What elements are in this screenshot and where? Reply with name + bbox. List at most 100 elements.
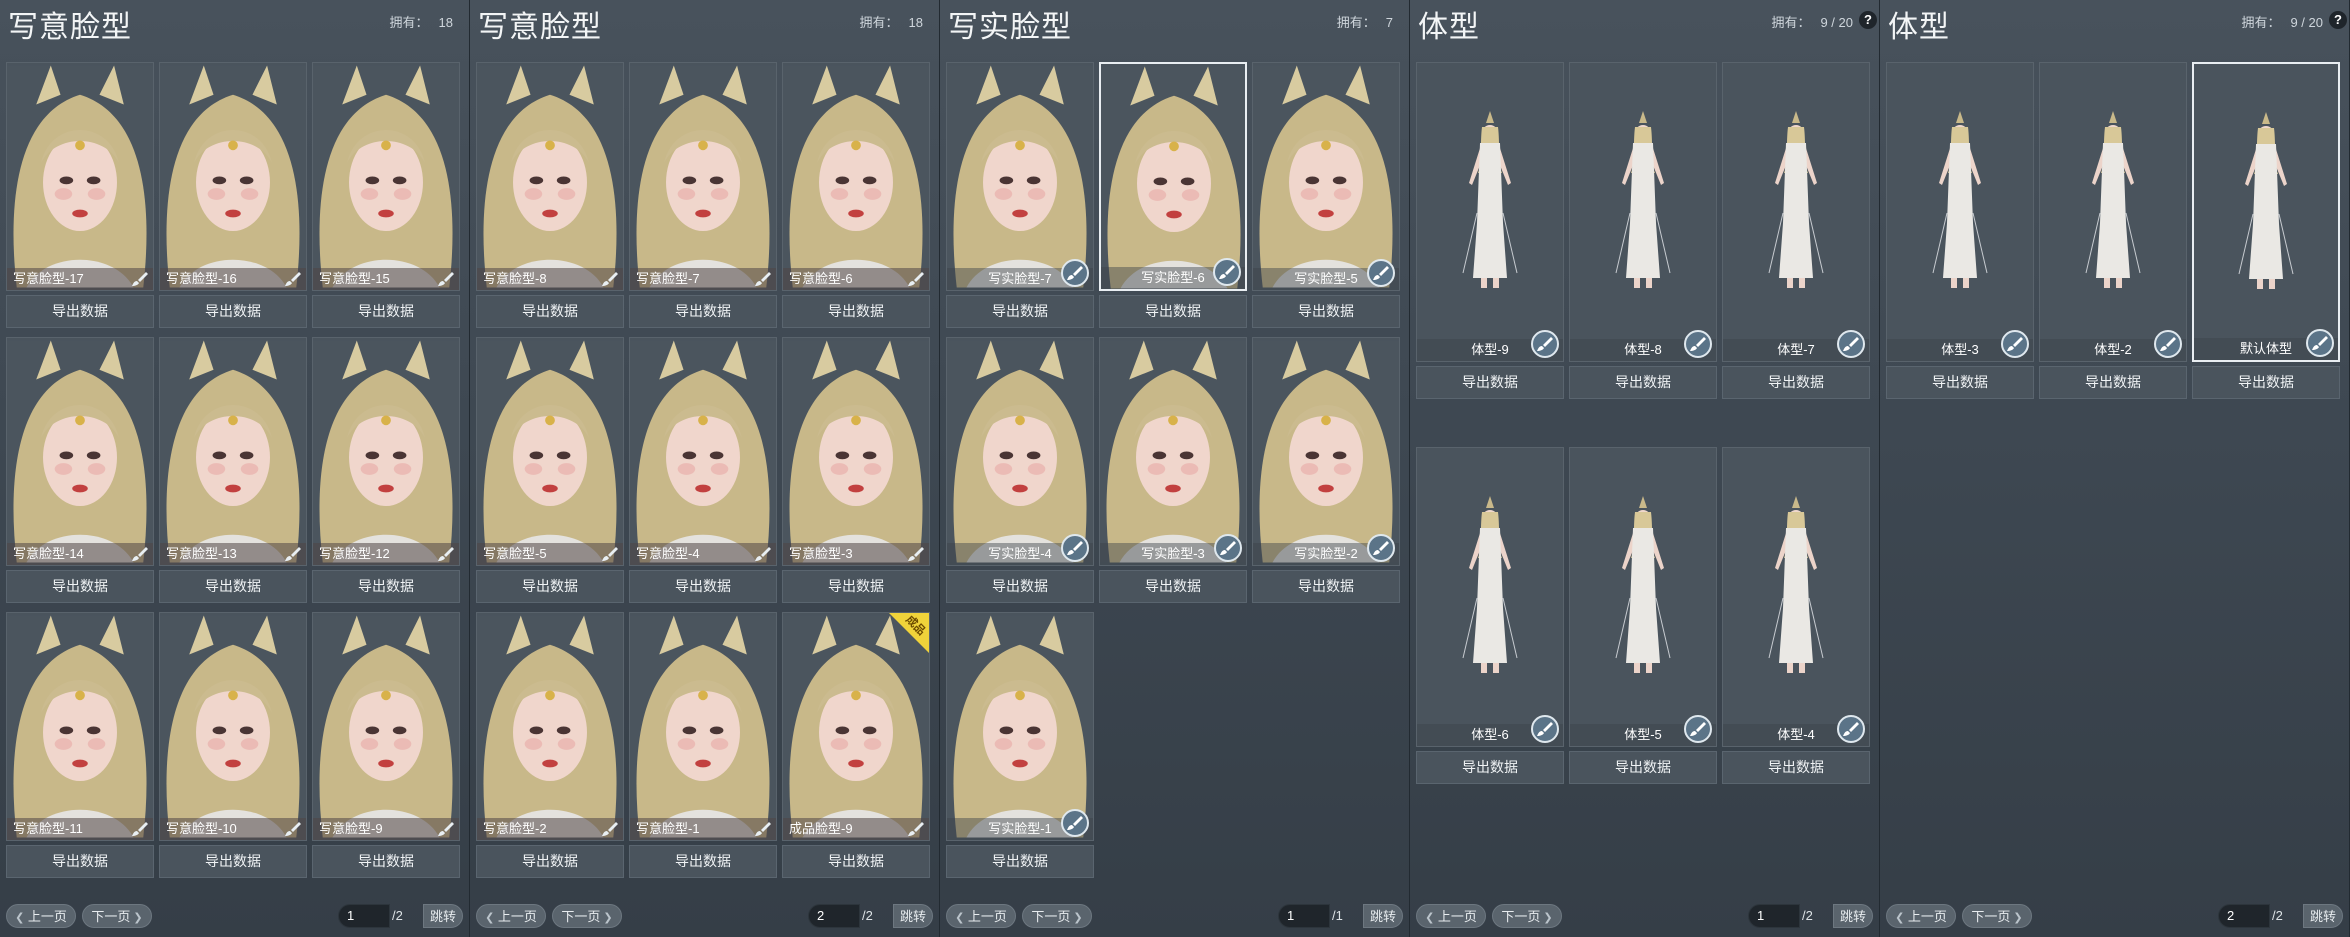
preset-card[interactable]: 写实脸型-7 导出数据 <box>946 62 1094 328</box>
preset-card[interactable]: 体型-6 导出数据 <box>1416 447 1564 784</box>
edit-brush-icon[interactable] <box>131 820 149 838</box>
edit-brush-icon[interactable] <box>1837 715 1865 743</box>
edit-brush-icon[interactable] <box>1367 534 1395 562</box>
preset-card[interactable]: 写实脸型-3 导出数据 <box>1099 337 1247 603</box>
preset-thumbnail[interactable]: 体型-8 <box>1569 62 1717 362</box>
preset-thumbnail[interactable]: 写意脸型-16 <box>159 62 307 291</box>
export-data-button[interactable]: 导出数据 <box>1569 366 1717 399</box>
export-data-button[interactable]: 导出数据 <box>1569 751 1717 784</box>
preset-card[interactable]: 写意脸型-14 导出数据 <box>6 337 154 603</box>
preset-card[interactable]: 写意脸型-8 导出数据 <box>476 62 624 328</box>
preset-card[interactable]: 写意脸型-11 导出数据 <box>6 612 154 878</box>
preset-card[interactable]: 默认体型 导出数据 <box>2192 62 2340 399</box>
preset-thumbnail[interactable]: 默认体型 <box>2192 62 2340 362</box>
export-data-button[interactable]: 导出数据 <box>629 295 777 328</box>
preset-card[interactable]: 写意脸型-4 导出数据 <box>629 337 777 603</box>
preset-thumbnail[interactable]: 写实脸型-4 <box>946 337 1094 566</box>
edit-brush-icon[interactable] <box>601 270 619 288</box>
page-number-input[interactable]: 2 <box>2218 904 2270 928</box>
edit-brush-icon[interactable] <box>1837 330 1865 358</box>
preset-thumbnail[interactable]: 写实脸型-1 <box>946 612 1094 841</box>
preset-card[interactable]: 写意脸型-9 导出数据 <box>312 612 460 878</box>
edit-brush-icon[interactable] <box>907 270 925 288</box>
prev-page-button[interactable]: ❮ 上一页 <box>6 904 76 928</box>
preset-card[interactable]: 体型-9 导出数据 <box>1416 62 1564 399</box>
preset-thumbnail[interactable]: 写意脸型-9 <box>312 612 460 841</box>
preset-card[interactable]: 写意脸型-7 导出数据 <box>629 62 777 328</box>
preset-card[interactable]: 写实脸型-1 导出数据 <box>946 612 1094 878</box>
preset-thumbnail[interactable]: 写意脸型-1 <box>629 612 777 841</box>
edit-brush-icon[interactable] <box>907 820 925 838</box>
preset-thumbnail[interactable]: 写意脸型-6 <box>782 62 930 291</box>
edit-brush-icon[interactable] <box>284 270 302 288</box>
edit-brush-icon[interactable] <box>1684 715 1712 743</box>
prev-page-button[interactable]: ❮ 上一页 <box>476 904 546 928</box>
preset-card[interactable]: 写实脸型-6 导出数据 <box>1099 62 1247 328</box>
export-data-button[interactable]: 导出数据 <box>946 570 1094 603</box>
edit-brush-icon[interactable] <box>2306 329 2334 357</box>
page-number-input[interactable]: 1 <box>1278 904 1330 928</box>
export-data-button[interactable]: 导出数据 <box>1722 751 1870 784</box>
preset-card[interactable]: 体型-8 导出数据 <box>1569 62 1717 399</box>
edit-brush-icon[interactable] <box>437 270 455 288</box>
export-data-button[interactable]: 导出数据 <box>6 845 154 878</box>
preset-thumbnail[interactable]: 写意脸型-8 <box>476 62 624 291</box>
prev-page-button[interactable]: ❮ 上一页 <box>1886 904 1956 928</box>
preset-thumbnail[interactable]: 写意脸型-7 <box>629 62 777 291</box>
export-data-button[interactable]: 导出数据 <box>782 570 930 603</box>
preset-card[interactable]: 写意脸型-1 导出数据 <box>629 612 777 878</box>
export-data-button[interactable]: 导出数据 <box>159 845 307 878</box>
export-data-button[interactable]: 导出数据 <box>946 845 1094 878</box>
preset-card[interactable]: 写实脸型-5 导出数据 <box>1252 62 1400 328</box>
export-data-button[interactable]: 导出数据 <box>2039 366 2187 399</box>
preset-thumbnail[interactable]: 体型-3 <box>1886 62 2034 362</box>
next-page-button[interactable]: 下一页 ❯ <box>1022 904 1092 928</box>
help-icon[interactable]: ? <box>1859 11 1877 29</box>
export-data-button[interactable]: 导出数据 <box>1416 751 1564 784</box>
export-data-button[interactable]: 导出数据 <box>1416 366 1564 399</box>
edit-brush-icon[interactable] <box>437 545 455 563</box>
export-data-button[interactable]: 导出数据 <box>476 570 624 603</box>
export-data-button[interactable]: 导出数据 <box>6 570 154 603</box>
export-data-button[interactable]: 导出数据 <box>1099 295 1247 328</box>
preset-thumbnail[interactable]: 写意脸型-10 <box>159 612 307 841</box>
preset-thumbnail[interactable]: 体型-5 <box>1569 447 1717 747</box>
jump-button[interactable]: 跳转 <box>2303 904 2343 928</box>
help-icon[interactable]: ? <box>2329 11 2347 29</box>
preset-thumbnail[interactable]: 体型-9 <box>1416 62 1564 362</box>
edit-brush-icon[interactable] <box>907 545 925 563</box>
export-data-button[interactable]: 导出数据 <box>1722 366 1870 399</box>
preset-card[interactable]: 写意脸型-10 导出数据 <box>159 612 307 878</box>
preset-card[interactable]: 写意脸型-17 导出数据 <box>6 62 154 328</box>
preset-thumbnail[interactable]: 体型-4 <box>1722 447 1870 747</box>
preset-thumbnail[interactable]: 体型-7 <box>1722 62 1870 362</box>
preset-card[interactable]: 写实脸型-4 导出数据 <box>946 337 1094 603</box>
edit-brush-icon[interactable] <box>754 545 772 563</box>
edit-brush-icon[interactable] <box>284 820 302 838</box>
next-page-button[interactable]: 下一页 ❯ <box>1492 904 1562 928</box>
export-data-button[interactable]: 导出数据 <box>629 845 777 878</box>
export-data-button[interactable]: 导出数据 <box>782 845 930 878</box>
edit-brush-icon[interactable] <box>437 820 455 838</box>
preset-card[interactable]: 写意脸型-5 导出数据 <box>476 337 624 603</box>
preset-card[interactable]: 体型-4 导出数据 <box>1722 447 1870 784</box>
preset-card[interactable]: 写意脸型-12 导出数据 <box>312 337 460 603</box>
page-number-input[interactable]: 2 <box>808 904 860 928</box>
preset-card[interactable]: 体型-5 导出数据 <box>1569 447 1717 784</box>
preset-thumbnail[interactable]: 写意脸型-3 <box>782 337 930 566</box>
preset-thumbnail[interactable]: 写实脸型-3 <box>1099 337 1247 566</box>
preset-thumbnail[interactable]: 写意脸型-2 <box>476 612 624 841</box>
export-data-button[interactable]: 导出数据 <box>312 845 460 878</box>
edit-brush-icon[interactable] <box>1367 259 1395 287</box>
export-data-button[interactable]: 导出数据 <box>782 295 930 328</box>
next-page-button[interactable]: 下一页 ❯ <box>82 904 152 928</box>
export-data-button[interactable]: 导出数据 <box>946 295 1094 328</box>
jump-button[interactable]: 跳转 <box>1363 904 1403 928</box>
edit-brush-icon[interactable] <box>2001 330 2029 358</box>
preset-thumbnail[interactable]: 写意脸型-11 <box>6 612 154 841</box>
edit-brush-icon[interactable] <box>1213 258 1241 286</box>
preset-card[interactable]: 写实脸型-2 导出数据 <box>1252 337 1400 603</box>
preset-card[interactable]: 写意脸型-3 导出数据 <box>782 337 930 603</box>
preset-thumbnail[interactable]: 写实脸型-7 <box>946 62 1094 291</box>
export-data-button[interactable]: 导出数据 <box>6 295 154 328</box>
